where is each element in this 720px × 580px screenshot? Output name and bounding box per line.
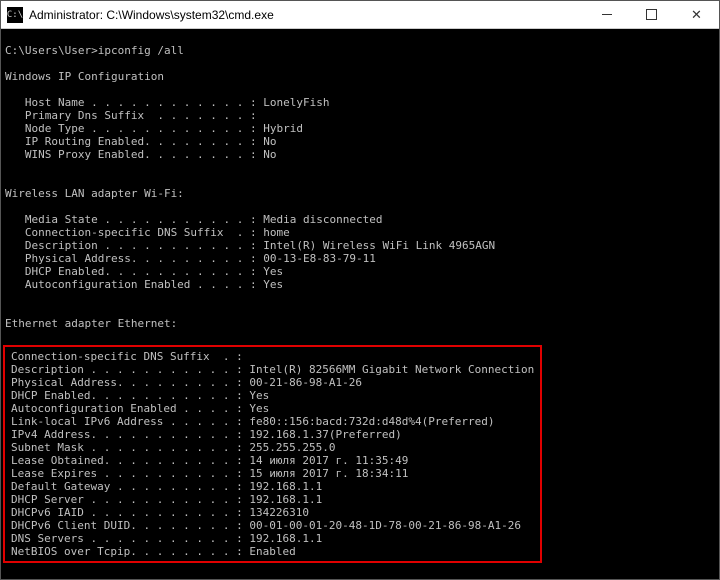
row-value: No [263, 148, 276, 161]
config-row: Lease Obtained. . . . . . . . . . : 14 и… [11, 454, 534, 467]
ethernet-adapter-block: Connection-specific DNS Suffix . : Descr… [11, 350, 534, 558]
window-title: Administrator: C:\Windows\system32\cmd.e… [29, 8, 584, 22]
config-row: Host Name . . . . . . . . . . . . : Lone… [5, 96, 715, 109]
section-header: Ethernet adapter Ethernet: [5, 317, 177, 330]
row-value: Yes [249, 402, 269, 415]
row-label: Default Gateway . . . . . . . . . : [11, 480, 249, 493]
terminal-output[interactable]: C:\Users\User>ipconfig /all Windows IP C… [1, 29, 719, 579]
row-value: 192.168.1.1 [249, 493, 322, 506]
row-label: DNS Servers . . . . . . . . . . . : [11, 532, 249, 545]
row-value: Yes [263, 278, 283, 291]
ethernet-highlighted-box: Connection-specific DNS Suffix . : Descr… [3, 345, 542, 563]
row-value: LonelyFish [263, 96, 329, 109]
row-value: No [263, 135, 276, 148]
config-row: NetBIOS over Tcpip. . . . . . . . : Enab… [11, 545, 534, 558]
config-row: Description . . . . . . . . . . . : Inte… [11, 363, 534, 376]
close-button[interactable] [674, 1, 719, 28]
prompt-command: ipconfig /all [98, 44, 184, 57]
row-label: Host Name . . . . . . . . . . . . : [5, 96, 263, 109]
row-value: 00-13-E8-83-79-11 [263, 252, 376, 265]
config-row: DHCP Enabled. . . . . . . . . . . : Yes [11, 389, 534, 402]
row-value: fe80::156:bacd:732d:d48d%4(Preferred) [249, 415, 494, 428]
row-label: Autoconfiguration Enabled . . . . : [11, 402, 249, 415]
config-row: IPv4 Address. . . . . . . . . . . : 192.… [11, 428, 534, 441]
row-label: Physical Address. . . . . . . . . : [5, 252, 263, 265]
config-row: DNS Servers . . . . . . . . . . . : 192.… [11, 532, 534, 545]
config-row: Default Gateway . . . . . . . . . : 192.… [11, 480, 534, 493]
row-label: IP Routing Enabled. . . . . . . . : [5, 135, 263, 148]
row-value: Media disconnected [263, 213, 382, 226]
row-label: Node Type . . . . . . . . . . . . : [5, 122, 263, 135]
section-header: Windows IP Configuration [5, 70, 164, 83]
section-header: Wireless LAN adapter Wi-Fi: [5, 187, 184, 200]
config-row: Media State . . . . . . . . . . . : Medi… [5, 213, 715, 226]
row-value: 192.168.1.37(Preferred) [249, 428, 401, 441]
config-row: Description . . . . . . . . . . . : Inte… [5, 239, 715, 252]
row-value: Enabled [249, 545, 295, 558]
row-label: DHCPv6 IAID . . . . . . . . . . . : [11, 506, 249, 519]
row-label: DHCPv6 Client DUID. . . . . . . . : [11, 519, 249, 532]
config-row: Primary Dns Suffix . . . . . . . : [5, 109, 715, 122]
row-label: Connection-specific DNS Suffix . : [5, 226, 263, 239]
row-value: 00-01-00-01-20-48-1D-78-00-21-86-98-A1-2… [249, 519, 521, 532]
row-label: Lease Expires . . . . . . . . . . : [11, 467, 249, 480]
config-row: Autoconfiguration Enabled . . . . : Yes [5, 278, 715, 291]
config-row: Link-local IPv6 Address . . . . . : fe80… [11, 415, 534, 428]
minimize-button[interactable] [584, 1, 629, 28]
row-label: WINS Proxy Enabled. . . . . . . . : [5, 148, 263, 161]
row-label: NetBIOS over Tcpip. . . . . . . . : [11, 545, 249, 558]
config-row: Node Type . . . . . . . . . . . . : Hybr… [5, 122, 715, 135]
row-label: Lease Obtained. . . . . . . . . . : [11, 454, 249, 467]
config-row: Autoconfiguration Enabled . . . . : Yes [11, 402, 534, 415]
config-row: Physical Address. . . . . . . . . : 00-1… [5, 252, 715, 265]
row-value: home [263, 226, 290, 239]
config-row: DHCPv6 Client DUID. . . . . . . . : 00-0… [11, 519, 534, 532]
row-label: Primary Dns Suffix . . . . . . . : [5, 109, 263, 122]
cmd-window: C:\ Administrator: C:\Windows\system32\c… [0, 0, 720, 580]
config-row: Subnet Mask . . . . . . . . . . . : 255.… [11, 441, 534, 454]
config-row: Connection-specific DNS Suffix . : [11, 350, 534, 363]
maximize-button[interactable] [629, 1, 674, 28]
row-value: 255.255.255.0 [249, 441, 335, 454]
row-value: 15 июля 2017 г. 18:34:11 [249, 467, 408, 480]
config-row: Connection-specific DNS Suffix . : home [5, 226, 715, 239]
config-row: Physical Address. . . . . . . . . : 00-2… [11, 376, 534, 389]
config-row: Lease Expires . . . . . . . . . . : 15 и… [11, 467, 534, 480]
config-row: DHCP Server . . . . . . . . . . . : 192.… [11, 493, 534, 506]
row-label: Link-local IPv6 Address . . . . . : [11, 415, 249, 428]
config-row: DHCP Enabled. . . . . . . . . . . : Yes [5, 265, 715, 278]
row-label: DHCP Enabled. . . . . . . . . . . : [5, 265, 263, 278]
row-value: 192.168.1.1 [249, 532, 322, 545]
row-value: Yes [249, 389, 269, 402]
row-label: Description . . . . . . . . . . . : [5, 239, 263, 252]
row-label: Autoconfiguration Enabled . . . . : [5, 278, 263, 291]
row-value: 192.168.1.1 [249, 480, 322, 493]
row-label: Media State . . . . . . . . . . . : [5, 213, 263, 226]
row-value: 00-21-86-98-A1-26 [249, 376, 362, 389]
row-label: Connection-specific DNS Suffix . : [11, 350, 249, 363]
section-header: Tunnel adapter Local Area Connection* 2: [5, 578, 270, 579]
row-value: 134226310 [249, 506, 309, 519]
row-label: IPv4 Address. . . . . . . . . . . : [11, 428, 249, 441]
row-value: Intel(R) 82566MM Gigabit Network Connect… [249, 363, 534, 376]
config-row: DHCPv6 IAID . . . . . . . . . . . : 1342… [11, 506, 534, 519]
row-label: DHCP Server . . . . . . . . . . . : [11, 493, 249, 506]
row-label: Description . . . . . . . . . . . : [11, 363, 249, 376]
row-value: Intel(R) Wireless WiFi Link 4965AGN [263, 239, 495, 252]
row-value: Yes [263, 265, 283, 278]
config-row: WINS Proxy Enabled. . . . . . . . : No [5, 148, 715, 161]
cmd-icon: C:\ [7, 7, 23, 23]
row-value: Hybrid [263, 122, 303, 135]
prompt-path: C:\Users\User> [5, 44, 98, 57]
config-row: IP Routing Enabled. . . . . . . . : No [5, 135, 715, 148]
row-label: Physical Address. . . . . . . . . : [11, 376, 249, 389]
wifi-adapter-block: Media State . . . . . . . . . . . : Medi… [5, 213, 715, 291]
titlebar[interactable]: C:\ Administrator: C:\Windows\system32\c… [1, 1, 719, 29]
host-config-block: Host Name . . . . . . . . . . . . : Lone… [5, 96, 715, 161]
window-controls [584, 1, 719, 28]
row-label: DHCP Enabled. . . . . . . . . . . : [11, 389, 249, 402]
row-value: 14 июля 2017 г. 11:35:49 [249, 454, 408, 467]
row-label: Subnet Mask . . . . . . . . . . . : [11, 441, 249, 454]
